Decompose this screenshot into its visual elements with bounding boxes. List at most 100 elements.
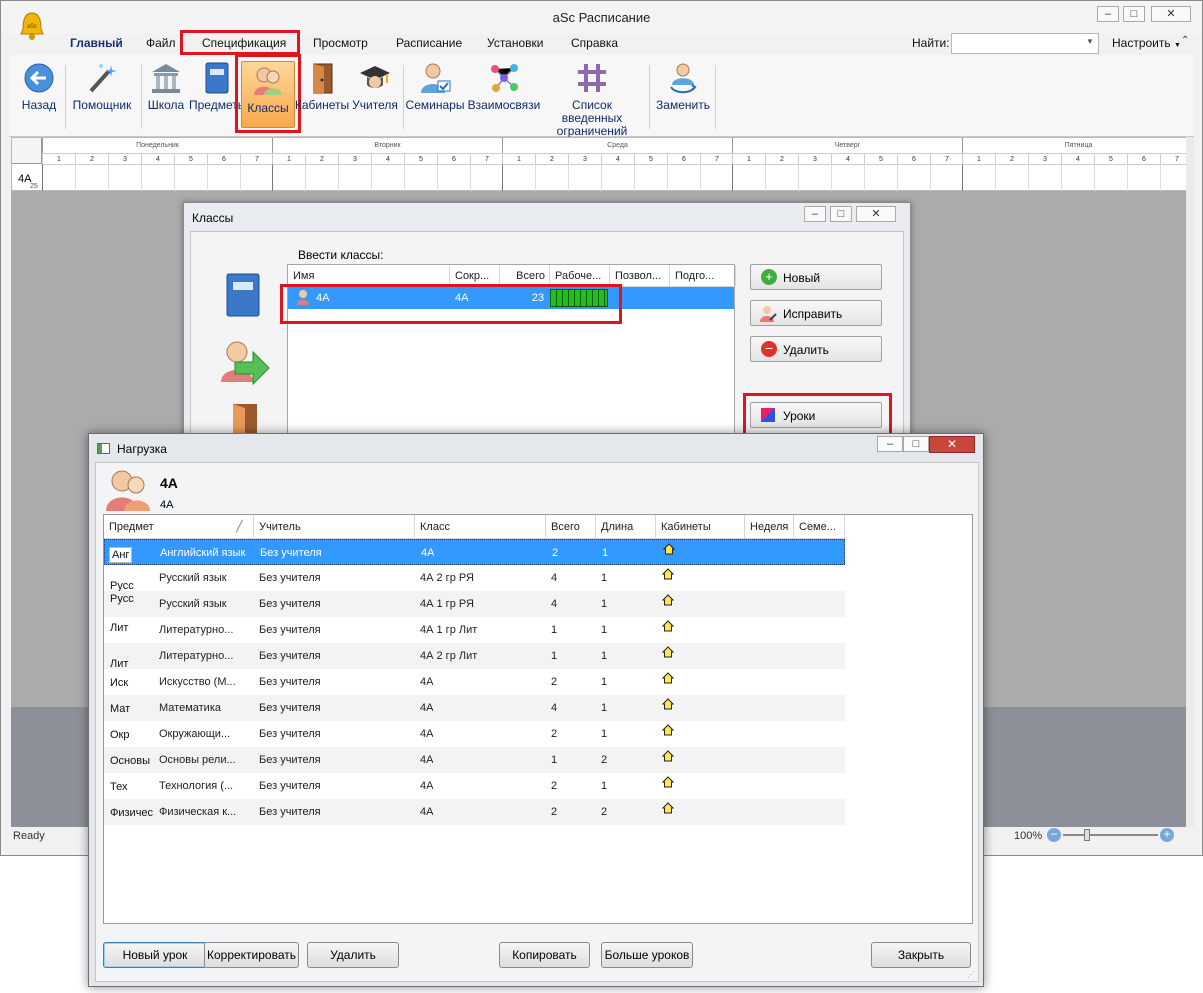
table-row[interactable]: Русс Русский язык Без учителя 4А 2 гр РЯ 4 1 [104, 565, 845, 592]
header-subject[interactable]: Предмет [104, 515, 254, 539]
timetable-cell[interactable] [75, 164, 108, 191]
more-lessons-button[interactable]: Больше уроков [601, 942, 693, 968]
timetable-cell[interactable] [141, 164, 174, 191]
lessons-button[interactable]: Уроки [750, 402, 882, 428]
seminars-button[interactable]: Семинары [405, 61, 465, 112]
timetable-cell[interactable] [1061, 164, 1094, 191]
timetable-cell[interactable] [338, 164, 371, 191]
classes-button[interactable]: Классы [241, 61, 295, 128]
maximize-button[interactable]: □ [1123, 6, 1145, 22]
timetable-cell[interactable] [897, 164, 930, 191]
timetable-cell[interactable] [502, 164, 535, 191]
menu-view[interactable]: Просмотр [313, 36, 368, 50]
rooms-button[interactable]: Кабинеты [293, 61, 351, 112]
search-input[interactable]: ▼ [951, 33, 1099, 54]
timetable-cell[interactable] [930, 164, 963, 191]
chevron-down-icon[interactable]: ▼ [1086, 37, 1094, 46]
close-dialog-button[interactable]: Закрыть [871, 942, 971, 968]
menu-schedule[interactable]: Расписание [396, 36, 462, 50]
timetable-cell[interactable] [404, 164, 437, 191]
timetable-cell[interactable] [240, 164, 273, 191]
timetable-cell[interactable] [995, 164, 1028, 191]
timetable-cell[interactable] [634, 164, 667, 191]
timetable-cell[interactable] [1028, 164, 1061, 191]
header-semester[interactable]: Семе... [794, 515, 845, 539]
timetable-cell[interactable] [700, 164, 733, 191]
timetable-cell[interactable] [962, 164, 995, 191]
new-lesson-button[interactable]: Новый урок [103, 942, 207, 968]
table-row[interactable]: Основы Основы рели... Без учителя 4А 1 2 [104, 747, 845, 773]
zoom-slider[interactable] [1063, 829, 1158, 841]
timetable-cell[interactable] [535, 164, 568, 191]
timetable-cell[interactable] [470, 164, 503, 191]
table-row[interactable]: Лит Литературно... Без учителя 4А 2 гр Лит 1… [104, 643, 845, 670]
table-row[interactable]: Иск Искусство (М... Без учителя 4А 2 1 [104, 669, 845, 695]
minimize-button[interactable]: ‒ [1097, 6, 1119, 22]
timetable-cell[interactable] [667, 164, 700, 191]
teachers-button[interactable]: Учителя [347, 61, 403, 112]
table-row[interactable]: Русс Русский язык Без учителя 4А 1 гр РЯ 4 1 [104, 591, 845, 617]
timetable-cell[interactable] [207, 164, 240, 191]
menu-settings[interactable]: Установки [487, 36, 543, 50]
menu-specification[interactable]: Спецификация [202, 36, 286, 50]
copy-lesson-button[interactable]: Копировать [499, 942, 590, 968]
zoom-in-icon[interactable]: + [1160, 828, 1174, 842]
constraints-button[interactable]: Список введенных ограничений [541, 61, 643, 138]
delete-class-button[interactable]: − Удалить [750, 336, 882, 362]
timetable-cell[interactable] [732, 164, 765, 191]
maximize-button[interactable]: □ [830, 206, 852, 222]
header-rooms[interactable]: Кабинеты [656, 515, 745, 539]
timetable-cell[interactable] [864, 164, 897, 191]
table-row[interactable]: Мат Математика Без учителя 4А 4 1 [104, 695, 845, 721]
delete-lesson-button[interactable]: Удалить [307, 942, 399, 968]
timetable-cell[interactable] [437, 164, 470, 191]
timetable-cell[interactable] [174, 164, 207, 191]
header-week[interactable]: Неделя [745, 515, 794, 539]
close-button[interactable]: ✕ [1151, 6, 1191, 22]
classes-header-groups[interactable]: Подго... [670, 265, 736, 287]
vertical-scrollbar[interactable] [1186, 137, 1194, 827]
minimize-button[interactable]: ‒ [877, 436, 903, 452]
table-row[interactable]: Физичес Физическая к... Без учителя 4А 2 2 [104, 799, 845, 825]
timetable-cell[interactable] [305, 164, 338, 191]
header-total[interactable]: Всего [546, 515, 596, 539]
timetable-cell[interactable] [798, 164, 831, 191]
book-icon[interactable] [221, 272, 265, 320]
timetable-cell[interactable] [272, 164, 305, 191]
timetable-cell[interactable] [42, 164, 75, 191]
timetable-cell[interactable] [831, 164, 864, 191]
timetable-cell[interactable] [371, 164, 404, 191]
timetable-cell[interactable] [108, 164, 141, 191]
menu-help[interactable]: Справка [571, 36, 618, 50]
collapse-ribbon-icon[interactable]: ⌃ [1181, 35, 1189, 46]
students-arrow-icon[interactable] [217, 338, 271, 388]
table-row[interactable]: Окр Окружающи... Без учителя 4А 2 1 [104, 721, 845, 747]
table-row[interactable]: Тех Технология (... Без учителя 4А 2 1 [104, 773, 845, 799]
timetable-cell[interactable] [765, 164, 798, 191]
customize-button[interactable]: Настроить ▼ [1112, 36, 1181, 50]
maximize-button[interactable]: □ [903, 436, 929, 452]
menu-main[interactable]: Главный [70, 36, 123, 50]
timetable-cell[interactable] [1094, 164, 1127, 191]
zoom-out-icon[interactable]: − [1047, 828, 1061, 842]
close-button[interactable]: ✕ [856, 206, 896, 222]
timetable-cell[interactable] [601, 164, 634, 191]
resize-grip-icon[interactable]: ⋰ [967, 970, 975, 979]
header-teacher[interactable]: Учитель [254, 515, 415, 539]
replace-button[interactable]: Заменить [655, 61, 711, 112]
minimize-button[interactable]: ‒ [804, 206, 826, 222]
menu-file[interactable]: Файл [146, 36, 176, 50]
back-button[interactable]: Назад [19, 61, 59, 112]
wizard-button[interactable]: Помощник [71, 61, 133, 112]
table-row[interactable]: Лит Литературно... Без учителя 4А 1 гр Лит 1… [104, 617, 845, 643]
timetable-cell[interactable] [568, 164, 601, 191]
timetable-cell[interactable] [1127, 164, 1160, 191]
relations-button[interactable]: Взаимосвязи [467, 61, 541, 112]
edit-class-button[interactable]: Исправить [750, 300, 882, 326]
table-row[interactable]: Анг Английский язык Без учителя 4А 2 1 [104, 539, 845, 565]
header-class[interactable]: Класс [415, 515, 546, 539]
edit-lesson-button[interactable]: Корректировать [204, 942, 299, 968]
new-class-button[interactable]: + Новый [750, 264, 882, 290]
zoom-slider-thumb[interactable] [1084, 829, 1090, 841]
school-button[interactable]: Школа [145, 61, 187, 112]
